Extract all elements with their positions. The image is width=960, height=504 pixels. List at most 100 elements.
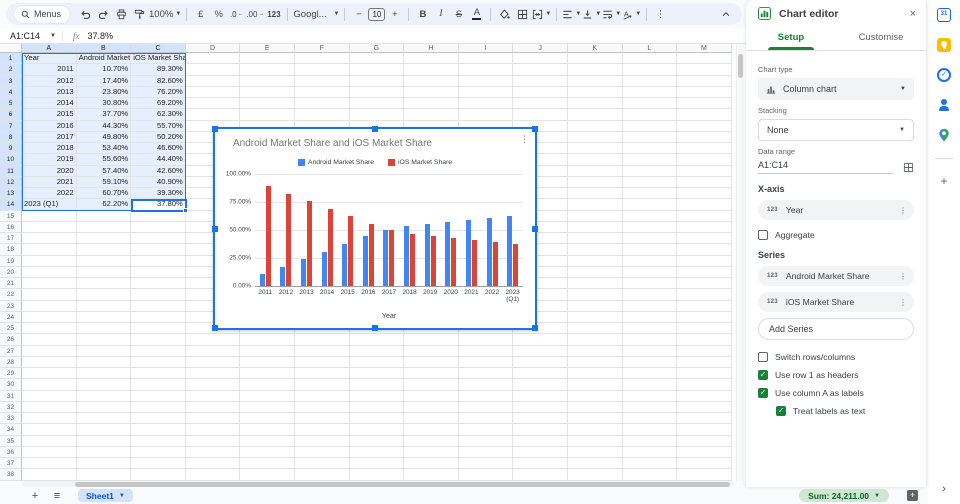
cell-J37[interactable] [513,458,568,470]
cell-A37[interactable] [22,458,77,470]
add-sheet-button[interactable]: + [26,490,44,502]
cell-K26[interactable] [567,334,623,346]
cell-L5[interactable] [622,98,678,110]
series-chip-ios-market-share[interactable]: 123 iOS Market Share ⋮ [758,292,914,312]
column-header-A[interactable]: A [22,44,77,53]
vertical-align-button[interactable]: ▼ [582,5,601,23]
cell-C25[interactable] [131,323,186,335]
cell-K38[interactable] [567,469,623,481]
cell-M15[interactable] [677,210,732,222]
cell-I26[interactable] [458,334,514,346]
cell-H31[interactable] [404,390,459,402]
paint-format-button[interactable] [131,5,148,23]
cell-K27[interactable] [567,345,623,357]
chart-type-select[interactable]: Column chart ▼ [758,78,914,100]
cell-D4[interactable] [185,86,241,98]
cell-E4[interactable] [240,86,295,98]
cell-F4[interactable] [294,86,350,98]
cell-D37[interactable] [185,458,241,470]
cell-B4[interactable]: 23.80% [76,86,132,98]
embedded-chart[interactable]: Android Market Share and iOS Market Shar… [212,126,538,331]
cell-A8[interactable]: 2017 [22,131,77,143]
cell-L18[interactable] [622,244,678,256]
cell-B23[interactable] [76,300,132,312]
cell-C10[interactable]: 44.40% [131,154,186,166]
cell-C30[interactable] [131,379,186,391]
cell-D36[interactable] [185,446,241,458]
cell-B17[interactable] [76,233,132,245]
cell-B19[interactable] [76,255,132,267]
cell-F5[interactable] [294,98,350,110]
cell-L15[interactable] [622,210,678,222]
cell-C1[interactable]: iOS Market Share [131,53,186,65]
checkbox[interactable]: ✓ [758,370,768,380]
cell-K30[interactable] [567,379,623,391]
cell-J31[interactable] [513,390,568,402]
cell-J5[interactable] [513,98,568,110]
cell-F6[interactable] [294,109,350,121]
cell-L14[interactable] [622,199,678,211]
cell-F34[interactable] [294,424,350,436]
cell-M18[interactable] [677,244,732,256]
series-chip-menu[interactable]: ⋮ [899,272,907,281]
cell-L32[interactable] [622,401,678,413]
increase-font-size-button[interactable]: + [386,5,403,23]
expand-side-panel-button[interactable]: › [928,483,960,495]
cell-M19[interactable] [677,255,732,267]
cell-C15[interactable] [131,210,186,222]
cell-B37[interactable] [76,458,132,470]
cell-H36[interactable] [404,446,459,458]
cell-K18[interactable] [567,244,623,256]
cell-E3[interactable] [240,75,295,87]
zoom-control[interactable]: 100% ▼ [149,5,181,23]
cell-I31[interactable] [458,390,514,402]
cell-E28[interactable] [240,356,295,368]
cell-M30[interactable] [677,379,732,391]
cell-M2[interactable] [677,64,732,76]
cell-F31[interactable] [294,390,350,402]
maps-icon[interactable] [937,128,951,142]
cell-M24[interactable] [677,311,732,323]
cell-C31[interactable] [131,390,186,402]
cell-L17[interactable] [622,233,678,245]
menus-search-button[interactable]: Menus [14,5,71,23]
cell-F33[interactable] [294,413,350,425]
row-header-17[interactable]: 17 [0,233,22,245]
cell-J2[interactable] [513,64,568,76]
cell-K32[interactable] [567,401,623,413]
cell-B6[interactable]: 37.70% [76,109,132,121]
cell-B13[interactable]: 60.70% [76,188,132,200]
cell-L7[interactable] [622,120,678,132]
cell-H3[interactable] [404,75,459,87]
cell-F30[interactable] [294,379,350,391]
cell-L37[interactable] [622,458,678,470]
cell-H37[interactable] [404,458,459,470]
cell-C34[interactable] [131,424,186,436]
cell-A32[interactable] [22,401,77,413]
cell-I38[interactable] [458,469,514,481]
cell-A30[interactable] [22,379,77,391]
cell-A28[interactable] [22,356,77,368]
cell-B31[interactable] [76,390,132,402]
row-header-28[interactable]: 28 [0,356,22,368]
cell-F29[interactable] [294,368,350,380]
column-header-D[interactable]: D [185,44,241,53]
cell-M6[interactable] [677,109,732,121]
cell-A26[interactable] [22,334,77,346]
row-header-32[interactable]: 32 [0,401,22,413]
cell-C24[interactable] [131,311,186,323]
cell-A19[interactable] [22,255,77,267]
cell-C8[interactable]: 50.20% [131,131,186,143]
cell-D5[interactable] [185,98,241,110]
sheet-tab[interactable]: Sheet1 ▼ [78,489,133,502]
cell-J35[interactable] [513,435,568,447]
cell-A14[interactable]: 2023 (Q1) [22,199,77,211]
cell-A13[interactable]: 2022 [22,188,77,200]
formula-input[interactable]: 37.8% [88,31,114,41]
cell-D27[interactable] [185,345,241,357]
cell-L35[interactable] [622,435,678,447]
cell-L13[interactable] [622,188,678,200]
cell-A31[interactable] [22,390,77,402]
cell-M25[interactable] [677,323,732,335]
cell-A3[interactable]: 2012 [22,75,77,87]
